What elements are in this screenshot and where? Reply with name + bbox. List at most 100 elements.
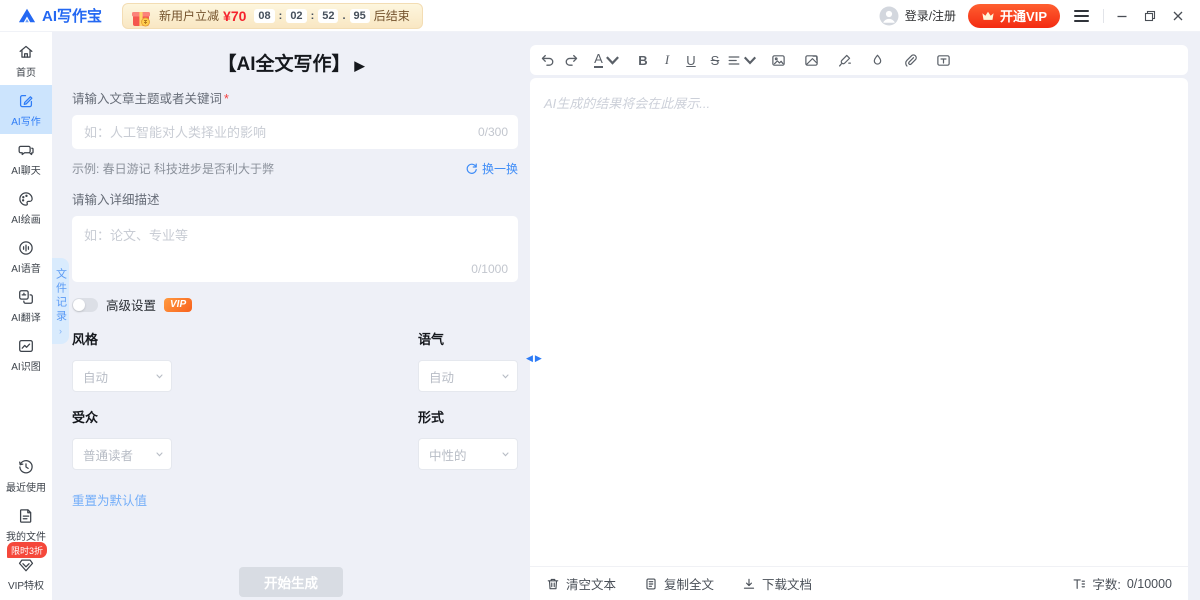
strikethrough-button[interactable]: S — [703, 48, 727, 72]
gift-icon — [129, 5, 153, 29]
screenshot-button[interactable] — [799, 48, 823, 72]
collapse-left-icon[interactable]: ◀ — [526, 353, 533, 364]
countdown-separator: : — [311, 10, 315, 22]
tone-field: 语气 自动 — [418, 329, 518, 392]
sidebar-item-ai-writing[interactable]: AI写作 — [0, 85, 52, 134]
play-icon[interactable]: ▶ — [355, 58, 365, 73]
sidebar-item-ai-voice[interactable]: AI语音 — [0, 232, 52, 281]
sidebar-item-ai-image-recognition[interactable]: AI识图 — [0, 330, 52, 379]
underline-button[interactable]: U — [679, 48, 703, 72]
bold-button[interactable]: B — [631, 48, 655, 72]
editor-content[interactable]: AI生成的结果将会在此展示... 清空文本 复制全文 — [530, 78, 1188, 600]
audience-label: 受众 — [72, 407, 172, 426]
advanced-settings-toggle[interactable] — [72, 298, 98, 312]
refresh-examples-link[interactable]: 换一换 — [465, 160, 518, 177]
restore-button[interactable] — [1144, 10, 1156, 22]
topic-counter: 0/300 — [478, 125, 508, 139]
screenshot-icon — [804, 53, 819, 68]
format-label: 形式 — [418, 407, 518, 426]
redo-button[interactable] — [559, 48, 583, 72]
chevron-down-icon — [743, 53, 757, 68]
sidebar-item-home[interactable]: 首页 — [0, 36, 52, 85]
vip-badge: VIP — [164, 298, 192, 312]
tone-label: 语气 — [418, 329, 518, 348]
sidebar-item-label: 最近使用 — [6, 479, 46, 494]
tone-value: 自动 — [429, 367, 454, 386]
chevron-down-icon — [502, 374, 509, 379]
font-color-button[interactable]: A — [592, 48, 622, 72]
sidebar-item-ai-translate[interactable]: AI翻译 — [0, 281, 52, 330]
style-select[interactable]: 自动 — [72, 360, 172, 392]
clear-text-button[interactable]: 清空文本 — [546, 574, 616, 593]
sidebar-item-label: AI识图 — [11, 358, 40, 373]
sidebar-item-label: AI绘画 — [11, 211, 40, 226]
word-count-value: 0/10000 — [1127, 577, 1172, 591]
promo-amount: ¥70 — [223, 8, 246, 24]
format-field: 形式 中性的 — [418, 407, 518, 470]
minimize-button[interactable] — [1116, 10, 1128, 22]
promo-banner[interactable]: 新用户立减 ¥70 08 : 02 : 52 . 95 后结束 — [122, 3, 423, 29]
example-row: 示例: 春日游记 科技进步是否利大于弊 换一换 — [72, 160, 518, 177]
close-button[interactable] — [1172, 10, 1184, 22]
divider — [1103, 9, 1104, 23]
format-value: 中性的 — [429, 445, 467, 464]
audience-value: 普通读者 — [83, 445, 133, 464]
sidebar-item-ai-chat[interactable]: AI聊天 — [0, 134, 52, 183]
logo-icon — [18, 7, 36, 25]
style-label: 风格 — [72, 329, 172, 348]
crown-icon — [981, 10, 995, 22]
description-textarea[interactable] — [72, 216, 518, 282]
chat-icon — [17, 141, 35, 159]
sidebar-item-ai-drawing[interactable]: AI绘画 — [0, 183, 52, 232]
generate-button[interactable]: 开始生成 — [239, 567, 343, 597]
sidebar-spacer — [0, 379, 52, 451]
countdown-separator: . — [342, 10, 345, 22]
ink-drop-icon — [870, 53, 885, 68]
insert-textbox-button[interactable] — [931, 48, 955, 72]
format-brush-button[interactable] — [832, 48, 856, 72]
copy-all-button[interactable]: 复制全文 — [644, 574, 714, 593]
writing-form-panel: 文件记录 › 【AI全文写作】▶ 请输入文章主题或者关键词* 0/300 示例:… — [52, 32, 530, 600]
attachment-button[interactable] — [898, 48, 922, 72]
insert-image-button[interactable] — [766, 48, 790, 72]
tone-select[interactable]: 自动 — [418, 360, 518, 392]
ink-drop-button[interactable] — [865, 48, 889, 72]
topic-label: 请输入文章主题或者关键词* — [72, 88, 518, 107]
logo-text: AI写作宝 — [42, 5, 102, 26]
image-icon — [771, 53, 786, 68]
paperclip-icon — [903, 53, 918, 68]
download-doc-button[interactable]: 下载文档 — [742, 574, 812, 593]
description-counter: 0/1000 — [471, 262, 508, 276]
align-button[interactable] — [727, 48, 757, 72]
menu-icon[interactable] — [1072, 6, 1091, 26]
open-vip-button[interactable]: 开通VIP — [968, 4, 1060, 28]
reset-defaults-link[interactable]: 重置为默认值 — [72, 490, 147, 509]
sidebar-item-label: 我的文件 — [6, 528, 46, 543]
logo[interactable]: AI写作宝 — [12, 5, 102, 26]
sidebar-item-recent[interactable]: 最近使用 — [0, 451, 52, 500]
format-select[interactable]: 中性的 — [418, 438, 518, 470]
style-field: 风格 自动 — [72, 329, 172, 392]
italic-button[interactable]: I — [655, 48, 679, 72]
panel-resize-handle[interactable]: ◀ ▶ — [526, 353, 542, 364]
login-register-button[interactable]: 登录/注册 — [879, 6, 956, 26]
chevron-down-icon — [156, 452, 163, 457]
undo-button[interactable] — [535, 48, 559, 72]
word-count-icon — [1072, 577, 1086, 591]
sidebar-item-label: AI翻译 — [11, 309, 40, 324]
sidebar-item-label: 首页 — [16, 64, 36, 79]
topic-input[interactable] — [72, 115, 518, 149]
sidebar-item-vip-privileges[interactable]: 限时3折 VIP特权 — [0, 549, 52, 598]
chevron-down-icon — [605, 53, 620, 68]
page-title: 【AI全文写作】▶ — [52, 49, 530, 76]
brush-icon — [837, 53, 852, 68]
sidebar-item-label: VIP特权 — [8, 577, 44, 592]
audience-select[interactable]: 普通读者 — [72, 438, 172, 470]
file-icon — [17, 507, 35, 525]
form: 请输入文章主题或者关键词* 0/300 示例: 春日游记 科技进步是否利大于弊 … — [72, 88, 518, 510]
file-records-tab[interactable]: 文件记录 › — [52, 258, 69, 344]
word-count-label: 字数: — [1092, 574, 1120, 593]
expand-right-icon[interactable]: ▶ — [535, 353, 542, 364]
refresh-icon — [465, 162, 478, 175]
countdown-seconds: 52 — [318, 9, 338, 23]
